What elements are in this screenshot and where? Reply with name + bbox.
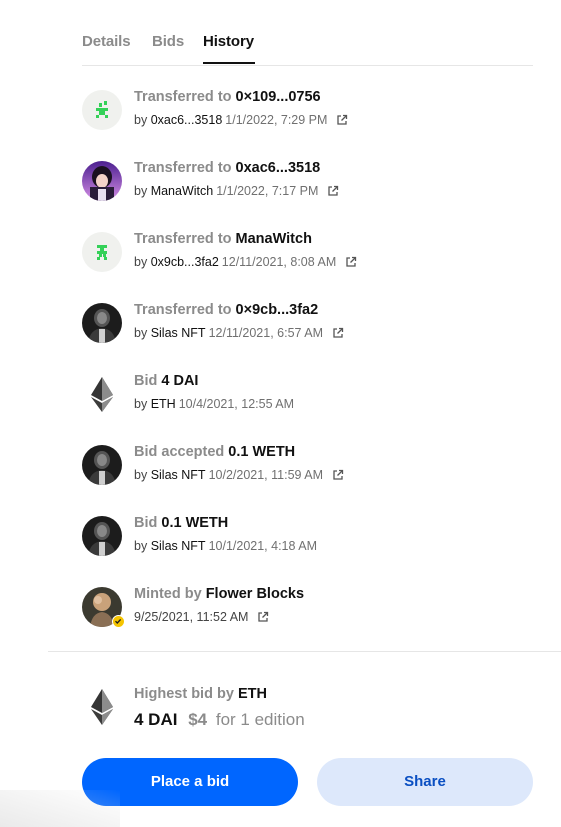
history-target[interactable]: Flower Blocks bbox=[206, 586, 304, 602]
history-meta: by Silas NFT 12/11/2021, 6:57 AM bbox=[134, 326, 344, 340]
green-pixel-avatar[interactable] bbox=[82, 90, 122, 130]
history-action: Bid bbox=[134, 373, 158, 389]
history-actor[interactable]: 0xac6...3518 bbox=[151, 113, 223, 127]
history-title: Transferred to 0xac6...3518 bbox=[134, 160, 320, 176]
external-link-icon[interactable] bbox=[327, 185, 339, 197]
by-label: by bbox=[134, 539, 148, 553]
history-item: Transferred to ManaWitch by 0x9cb...3fa2… bbox=[82, 228, 533, 276]
history-target: 4 DAI bbox=[161, 373, 199, 389]
external-link-icon[interactable] bbox=[336, 114, 348, 126]
active-tab-indicator bbox=[203, 62, 255, 64]
history-actor[interactable]: Silas NFT bbox=[151, 326, 206, 340]
history-actor[interactable]: Silas NFT bbox=[151, 539, 206, 553]
highest-bid-usd: $4 bbox=[188, 710, 208, 729]
history-date: 1/1/2022, 7:29 PM bbox=[225, 113, 328, 127]
history-title: Bid accepted 0.1 WETH bbox=[134, 444, 295, 460]
highest-bidder[interactable]: ETH bbox=[238, 686, 267, 702]
highest-bid-caption: Highest bid by bbox=[134, 686, 234, 702]
silas-avatar[interactable] bbox=[82, 303, 122, 343]
history-title: Minted by Flower Blocks bbox=[134, 586, 304, 602]
eth-icon bbox=[88, 687, 116, 732]
tab-bids[interactable]: Bids bbox=[152, 33, 184, 50]
by-label: by bbox=[134, 113, 148, 127]
tab-history[interactable]: History bbox=[203, 33, 254, 50]
external-link-icon[interactable] bbox=[257, 611, 269, 623]
history-title: Transferred to 0×9cb...3fa2 bbox=[134, 302, 318, 318]
by-label: by bbox=[134, 184, 148, 198]
history-date: 10/1/2021, 4:18 AM bbox=[208, 539, 317, 553]
section-divider bbox=[48, 651, 561, 652]
history-item: Minted by Flower Blocks 9/25/2021, 11:52… bbox=[82, 583, 533, 631]
highest-bid-edition: for 1 edition bbox=[215, 710, 305, 729]
history-actor[interactable]: ETH bbox=[151, 397, 176, 411]
history-action: Transferred to bbox=[134, 89, 232, 105]
history-target[interactable]: 0xac6...3518 bbox=[236, 160, 321, 176]
history-date: 9/25/2021, 11:52 AM bbox=[134, 610, 249, 624]
history-item: Transferred to 0×9cb...3fa2 by Silas NFT… bbox=[82, 299, 533, 347]
history-target: 0.1 WETH bbox=[161, 515, 229, 531]
history-target[interactable]: 0×109...0756 bbox=[236, 89, 321, 105]
history-date: 10/2/2021, 11:59 AM bbox=[208, 468, 324, 482]
history-meta: by 0x9cb...3fa2 12/11/2021, 8:08 AM bbox=[134, 255, 357, 269]
tab-bar: Details Bids History bbox=[82, 0, 533, 66]
highest-bid-amount: 4 DAI bbox=[134, 710, 178, 729]
corner-shadow bbox=[0, 790, 120, 827]
history-target[interactable]: 0×9cb...3fa2 bbox=[236, 302, 319, 318]
tab-details[interactable]: Details bbox=[82, 33, 131, 50]
highest-bid-panel: Highest bid by ETH 4 DAI $4 for 1 editio… bbox=[82, 682, 533, 742]
by-label: by bbox=[134, 326, 148, 340]
history-date: 12/11/2021, 6:57 AM bbox=[208, 326, 324, 340]
by-label: by bbox=[134, 397, 148, 411]
history-item: Bid accepted 0.1 WETH by Silas NFT 10/2/… bbox=[82, 441, 533, 489]
eth-icon bbox=[82, 374, 122, 414]
history-title: Transferred to 0×109...0756 bbox=[134, 89, 321, 105]
highest-bid-value: 4 DAI $4 for 1 edition bbox=[134, 710, 305, 730]
external-link-icon[interactable] bbox=[332, 327, 344, 339]
history-actor[interactable]: ManaWitch bbox=[151, 184, 214, 198]
history-action: Transferred to bbox=[134, 231, 232, 247]
manawitch-avatar[interactable] bbox=[82, 161, 122, 201]
history-date: 10/4/2021, 12:55 AM bbox=[178, 397, 295, 411]
history-action: Transferred to bbox=[134, 160, 232, 176]
history-action: Bid accepted bbox=[134, 444, 225, 460]
highest-bid-label: Highest bid by ETH bbox=[134, 686, 267, 702]
external-link-icon[interactable] bbox=[345, 256, 357, 268]
history-actor[interactable]: 0x9cb...3fa2 bbox=[151, 255, 219, 269]
history-meta: 9/25/2021, 11:52 AM bbox=[134, 610, 269, 624]
history-action: Bid bbox=[134, 515, 158, 531]
verified-badge-icon bbox=[112, 615, 125, 628]
history-item: Transferred to 0×109...0756 by 0xac6...3… bbox=[82, 86, 533, 134]
history-action: Transferred to bbox=[134, 302, 232, 318]
history-title: Transferred to ManaWitch bbox=[134, 231, 312, 247]
history-actor[interactable]: Silas NFT bbox=[151, 468, 206, 482]
history-item: Transferred to 0xac6...3518 by ManaWitch… bbox=[82, 157, 533, 205]
history-meta: by Silas NFT 10/2/2021, 11:59 AM bbox=[134, 468, 344, 482]
history-meta: by 0xac6...3518 1/1/2022, 7:29 PM bbox=[134, 113, 348, 127]
history-action: Minted by bbox=[134, 586, 202, 602]
history-meta: by ETH 10/4/2021, 12:55 AM bbox=[134, 397, 294, 411]
history-meta: by ManaWitch 1/1/2022, 7:17 PM bbox=[134, 184, 339, 198]
history-target[interactable]: ManaWitch bbox=[236, 231, 312, 247]
history-meta: by Silas NFT 10/1/2021, 4:18 AM bbox=[134, 539, 317, 553]
history-item: Bid 4 DAI by ETH 10/4/2021, 12:55 AM bbox=[82, 370, 533, 418]
share-button[interactable]: Share bbox=[317, 758, 533, 806]
history-target: 0.1 WETH bbox=[228, 444, 296, 460]
by-label: by bbox=[134, 468, 148, 482]
history-date: 12/11/2021, 8:08 AM bbox=[221, 255, 337, 269]
green-pixel-avatar[interactable] bbox=[82, 232, 122, 272]
history-title: Bid 4 DAI bbox=[134, 373, 198, 389]
silas-avatar[interactable] bbox=[82, 516, 122, 556]
history-title: Bid 0.1 WETH bbox=[134, 515, 228, 531]
history-item: Bid 0.1 WETH by Silas NFT 10/1/2021, 4:1… bbox=[82, 512, 533, 560]
silas-avatar[interactable] bbox=[82, 445, 122, 485]
history-date: 1/1/2022, 7:17 PM bbox=[216, 184, 319, 198]
external-link-icon[interactable] bbox=[332, 469, 344, 481]
by-label: by bbox=[134, 255, 148, 269]
